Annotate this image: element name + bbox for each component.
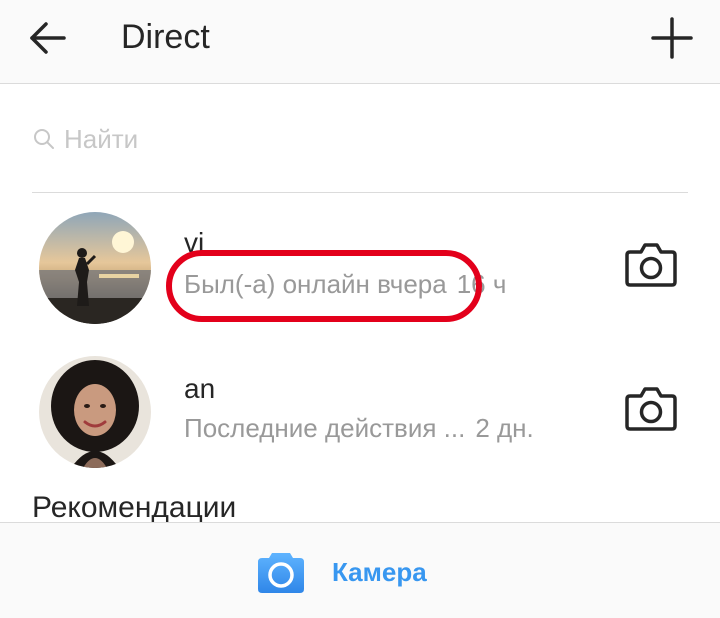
back-button[interactable] <box>22 14 74 64</box>
camera-outline-icon <box>625 243 677 287</box>
camera-button-label: Камера <box>332 556 427 587</box>
camera-filled-icon <box>258 553 304 593</box>
search-input[interactable] <box>64 123 664 155</box>
bottom-bar: Камера <box>0 522 720 618</box>
new-message-button[interactable] <box>644 12 700 64</box>
thread-camera-button[interactable] <box>622 238 680 292</box>
page-title: Direct <box>121 18 210 56</box>
thread-time: 2 дн. <box>475 413 534 443</box>
thread-status-text: Последние действия ... <box>184 413 466 443</box>
thread-name: an <box>184 373 216 404</box>
camera-outline-icon <box>625 387 677 431</box>
thread-time: 16 ч <box>456 269 507 299</box>
search-bar[interactable] <box>32 112 688 166</box>
arrow-left-icon <box>30 22 66 54</box>
plus-icon <box>651 17 693 59</box>
avatar <box>39 212 151 324</box>
thread-name: vi <box>184 227 205 258</box>
top-bar: Direct <box>0 0 720 84</box>
search-icon <box>34 129 54 149</box>
camera-button[interactable]: Камера <box>256 549 427 595</box>
thread-status: Был(-а) онлайн вчера 16 ч <box>184 268 506 300</box>
avatar-woman-photo <box>39 356 151 468</box>
thread-camera-button[interactable] <box>622 382 680 436</box>
section-title: Рекомендации <box>32 491 237 524</box>
avatar <box>39 356 151 468</box>
divider <box>32 192 688 193</box>
thread-row[interactable]: an Последние действия ... 2 дн. <box>0 350 720 474</box>
thread-status-text: Был(-а) онлайн вчера <box>184 269 447 299</box>
avatar-sunset-photo <box>39 212 151 324</box>
thread-row[interactable]: vi Был(-а) онлайн вчера 16 ч <box>0 206 720 330</box>
thread-status: Последние действия ... 2 дн. <box>184 412 534 444</box>
